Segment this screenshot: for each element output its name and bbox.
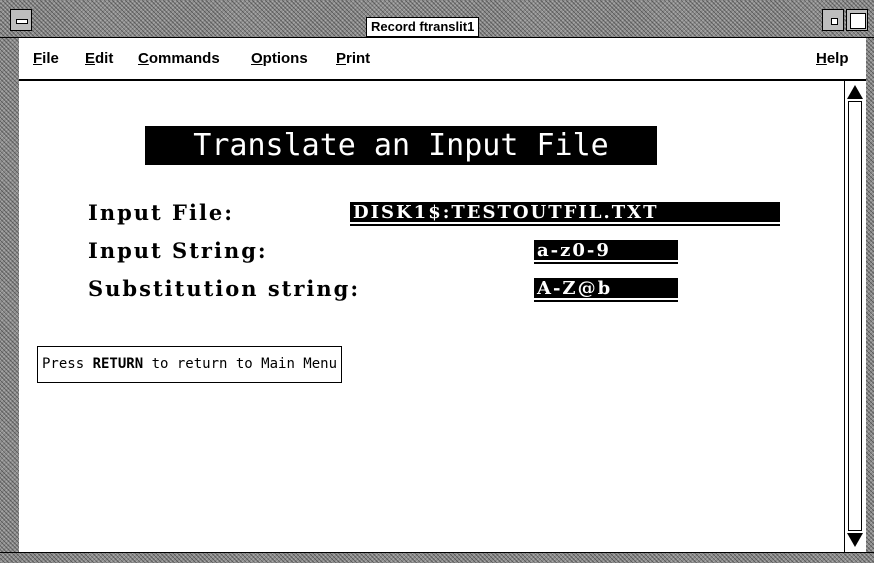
menu-commands[interactable]: Commands bbox=[138, 50, 220, 68]
input-string-field[interactable]: a-z0-9 bbox=[534, 240, 678, 262]
page-title: Translate an Input File bbox=[145, 126, 657, 165]
scroll-trough[interactable] bbox=[848, 101, 862, 531]
minimize-icon bbox=[831, 18, 838, 25]
title-bar[interactable]: Record ftranslit1 bbox=[0, 0, 874, 38]
window-border-left[interactable] bbox=[0, 38, 19, 563]
window-title: Record ftranslit1 bbox=[366, 17, 480, 37]
application-window: Record ftranslit1 File Edit Commands Opt… bbox=[0, 0, 874, 563]
substitution-string-field[interactable]: A-Z@b bbox=[534, 278, 678, 300]
menu-file[interactable]: File bbox=[33, 50, 59, 68]
scroll-down-icon[interactable] bbox=[847, 533, 863, 547]
status-key: RETURN bbox=[92, 356, 144, 372]
substitution-string-label: Substitution string: bbox=[88, 276, 361, 301]
maximize-icon bbox=[850, 13, 866, 29]
window-menu-icon bbox=[16, 19, 28, 24]
menu-print[interactable]: Print bbox=[336, 50, 370, 68]
input-string-label: Input String: bbox=[88, 238, 268, 263]
status-message: Press RETURN to return to Main Menu bbox=[37, 346, 343, 383]
window-border-bottom[interactable] bbox=[0, 552, 874, 563]
input-file-field[interactable]: DISK1$:TESTOUTFIL.TXT bbox=[350, 202, 780, 224]
input-file-label: Input File: bbox=[88, 200, 235, 225]
window-border-right[interactable] bbox=[866, 38, 874, 563]
status-suffix: to return to Main Menu bbox=[143, 356, 338, 372]
window-menu-button[interactable] bbox=[10, 9, 32, 31]
menu-bar: File Edit Commands Options Print Help bbox=[19, 38, 866, 81]
vertical-scrollbar[interactable] bbox=[844, 81, 866, 552]
maximize-button[interactable] bbox=[846, 9, 868, 31]
minimize-button[interactable] bbox=[822, 9, 844, 31]
form-area: Translate an Input File Input File: DISK… bbox=[19, 81, 844, 552]
status-prefix: Press bbox=[42, 356, 93, 372]
scroll-up-icon[interactable] bbox=[847, 85, 863, 99]
menu-help[interactable]: Help bbox=[816, 50, 849, 68]
menu-edit[interactable]: Edit bbox=[85, 50, 113, 68]
menu-options[interactable]: Options bbox=[251, 50, 308, 68]
